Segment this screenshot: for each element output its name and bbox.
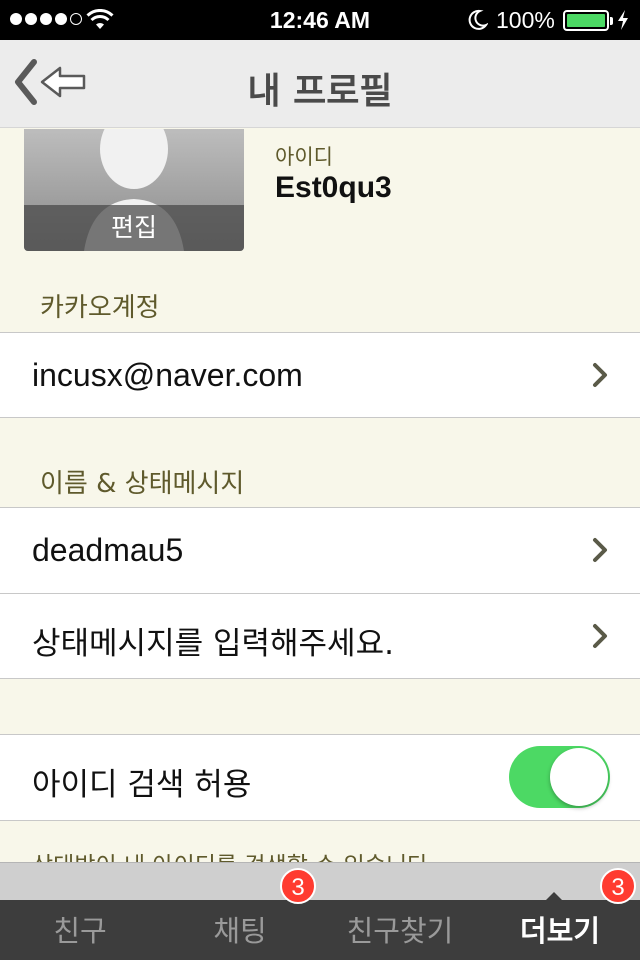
battery-percentage: 100% xyxy=(496,7,555,33)
page-title: 내 프로필 xyxy=(247,71,393,112)
id-value: Est0qu3 xyxy=(275,171,392,204)
chats-badge: 3 xyxy=(280,868,316,904)
status-bar: 12:46 AM 100% xyxy=(0,0,640,40)
tab-chats[interactable]: 채팅 xyxy=(160,900,320,960)
id-search-row: 아이디 검색 허용 xyxy=(0,734,640,821)
battery-icon xyxy=(563,10,613,31)
chevron-right-icon xyxy=(593,538,607,562)
do-not-disturb-moon-icon xyxy=(468,9,488,30)
kakao-account-row[interactable]: incusx@naver.com xyxy=(0,332,640,418)
chevron-right-icon xyxy=(593,624,607,648)
tab-more[interactable]: 더보기 xyxy=(480,900,640,960)
status-message-placeholder: 상태메시지를 입력해주세요. xyxy=(32,626,394,662)
profile-photo[interactable]: 편집 xyxy=(24,129,244,251)
name-row[interactable]: deadmau5 xyxy=(0,508,640,593)
navigation-bar: 내 프로필 xyxy=(0,40,640,128)
tab-friends[interactable]: 친구 xyxy=(0,900,160,960)
id-label: 아이디 xyxy=(275,145,333,169)
more-badge: 3 xyxy=(600,868,636,904)
tab-find-friends[interactable]: 친구찾기 xyxy=(320,900,480,960)
edit-photo-button[interactable]: 편집 xyxy=(24,205,244,251)
charging-bolt-icon xyxy=(618,10,628,30)
account-email: incusx@naver.com xyxy=(32,357,303,393)
kakao-account-header: 카카오계정 xyxy=(40,293,160,323)
chevron-right-icon xyxy=(593,363,607,387)
id-search-toggle[interactable] xyxy=(509,746,610,808)
profile-name: deadmau5 xyxy=(32,532,184,568)
id-search-helper-text: 상대방이 내 아이디를 검색할 수 있습니다. xyxy=(32,846,436,862)
status-message-row[interactable]: 상태메시지를 입력해주세요. xyxy=(0,594,640,679)
name-status-header: 이름 & 상태메시지 xyxy=(40,469,245,499)
id-search-label: 아이디 검색 허용 xyxy=(32,767,252,803)
name-status-group: deadmau5 상태메시지를 입력해주세요. xyxy=(0,507,640,679)
profile-content[interactable]: 편집 아이디 Est0qu3 카카오계정 incusx@naver.com 이름… xyxy=(0,129,640,862)
